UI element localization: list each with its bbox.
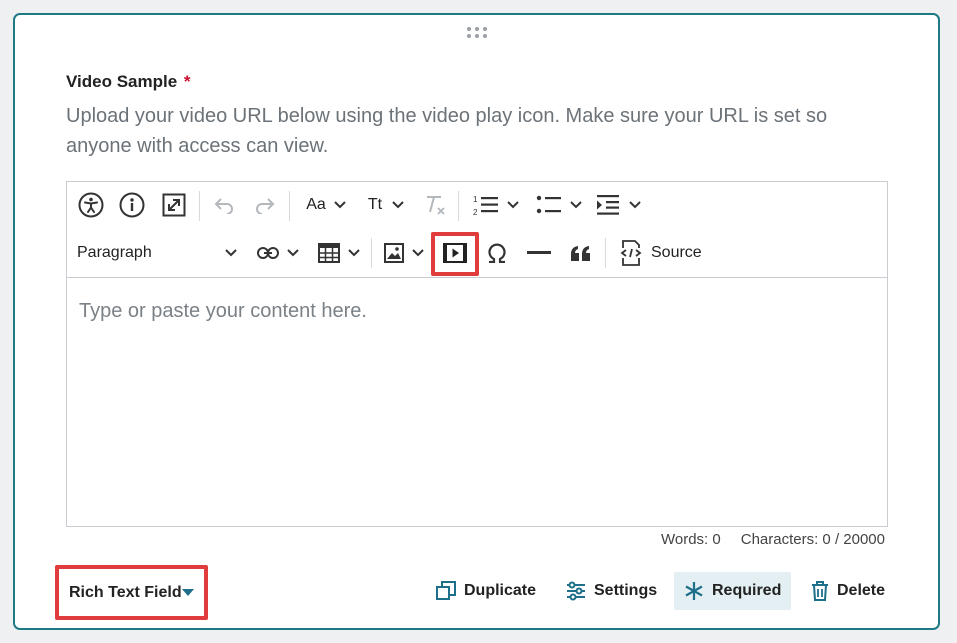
link-icon	[257, 247, 279, 259]
character-count: Characters: 0 / 20000	[740, 531, 885, 548]
duplicate-button[interactable]: Duplicate	[436, 572, 536, 610]
heading-select[interactable]: Paragraph	[77, 240, 237, 266]
editor-toolbar: Aa Tt 12 Paragraph Source	[67, 182, 887, 278]
remove-format-icon[interactable]	[421, 191, 449, 219]
chevron-down-icon	[507, 201, 519, 209]
field-label-text: Video Sample	[66, 72, 178, 91]
field-type-select[interactable]: Rich Text Field	[55, 565, 208, 620]
delete-button[interactable]: Delete	[811, 572, 885, 610]
delete-label: Delete	[837, 582, 886, 599]
font-size-label: Aa	[306, 196, 326, 213]
bulleted-list-dropdown[interactable]	[531, 191, 587, 219]
svg-text:1: 1	[473, 195, 478, 204]
editor-placeholder: Type or paste your content here.	[79, 300, 367, 322]
heading-select-value: Paragraph	[77, 244, 152, 261]
fullscreen-icon[interactable]	[160, 191, 188, 219]
undo-icon[interactable]	[211, 193, 237, 217]
table-dropdown[interactable]	[315, 240, 363, 266]
question-card: Video Sample * Upload your video URL bel…	[13, 13, 940, 630]
video-play-icon	[443, 243, 467, 263]
insert-video-button[interactable]	[439, 240, 471, 266]
text-transform-label: Tt	[367, 196, 383, 213]
numbered-list-icon: 12	[473, 195, 498, 217]
settings-label: Settings	[594, 582, 658, 599]
chevron-down-icon	[334, 201, 346, 209]
duplicate-label: Duplicate	[464, 582, 537, 599]
settings-sliders-icon	[567, 581, 585, 601]
image-dropdown[interactable]	[381, 240, 427, 266]
font-size-dropdown[interactable]: Aa	[301, 193, 351, 217]
info-icon[interactable]	[118, 191, 146, 219]
chevron-down-icon	[392, 201, 404, 209]
numbered-list-dropdown[interactable]: 12	[468, 191, 524, 219]
source-label: Source	[651, 244, 702, 261]
asterisk-icon	[685, 582, 703, 600]
drag-handle-icon[interactable]	[467, 27, 489, 41]
bulleted-list-icon	[536, 195, 561, 214]
indent-dropdown[interactable]	[594, 191, 644, 219]
word-count: Words: 0	[660, 531, 721, 548]
rich-text-editor: Aa Tt 12 Paragraph Source Type or paste …	[66, 181, 888, 527]
required-asterisk: *	[183, 72, 191, 91]
table-icon	[318, 243, 340, 263]
text-transform-dropdown[interactable]: Tt	[363, 193, 409, 217]
svg-text:2: 2	[473, 208, 478, 217]
special-characters-icon[interactable]	[483, 240, 511, 266]
field-label: Video Sample *	[66, 72, 191, 92]
chevron-down-icon	[570, 201, 582, 209]
source-code-icon	[620, 240, 642, 266]
settings-button[interactable]: Settings	[566, 572, 657, 610]
indent-icon	[597, 195, 619, 215]
accessibility-icon[interactable]	[77, 191, 105, 219]
caret-down-icon	[182, 589, 194, 596]
required-toggle[interactable]: Required	[674, 572, 792, 610]
field-type-value: Rich Text Field	[69, 583, 182, 601]
chevron-down-icon	[412, 249, 424, 257]
chevron-down-icon	[348, 249, 360, 257]
redo-icon[interactable]	[252, 193, 278, 217]
word-character-count: Words: 0 Characters: 0 / 20000	[661, 531, 885, 548]
blockquote-icon[interactable]	[567, 240, 595, 266]
link-dropdown[interactable]	[255, 240, 301, 266]
horizontal-line-icon[interactable]	[525, 240, 553, 266]
chevron-down-icon	[287, 249, 299, 257]
chevron-down-icon	[225, 249, 237, 257]
source-button[interactable]: Source	[619, 239, 707, 267]
image-icon	[384, 243, 404, 263]
duplicate-icon	[436, 581, 456, 600]
required-label: Required	[712, 582, 782, 599]
chevron-down-icon	[629, 201, 641, 209]
field-description: Upload your video URL below using the vi…	[66, 105, 828, 157]
trash-icon	[812, 581, 828, 601]
